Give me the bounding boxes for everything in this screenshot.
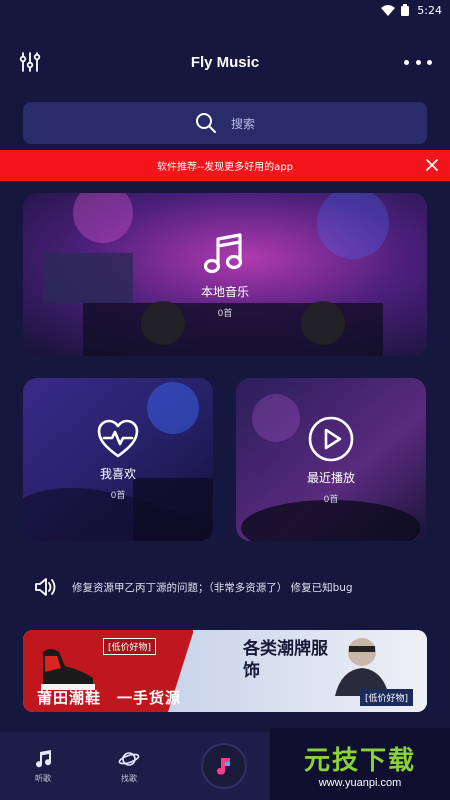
recent-play-card[interactable]: 最近播放 0首 (236, 378, 426, 541)
more-options-button[interactable] (404, 50, 432, 74)
more-dot-icon (427, 59, 432, 65)
now-playing-button[interactable] (201, 743, 247, 789)
recent-play-label: 最近播放 (306, 470, 355, 485)
equalizer-button[interactable] (18, 50, 42, 74)
advertisement-banner[interactable]: [低价好物] 莆田潮鞋 一手货源 各类潮牌服饰 [低价好物] (23, 630, 427, 712)
planet-icon (118, 751, 140, 766)
music-note-icon (36, 749, 52, 767)
favorite-card[interactable]: 我喜欢 0首 (23, 378, 213, 541)
close-icon[interactable] (424, 157, 440, 173)
app-logo-icon (217, 758, 230, 775)
status-bar: 5:24 (0, 0, 450, 20)
nav-item-listen[interactable]: 听歌 (0, 749, 86, 784)
play-circle-icon (308, 416, 354, 461)
ad-tag: [低价好物] (103, 638, 157, 655)
status-time: 5:24 (417, 3, 442, 17)
local-music-count: 0首 (217, 308, 233, 319)
music-note-icon (203, 232, 243, 273)
search-bar[interactable]: 搜索 (23, 102, 427, 144)
equalizer-icon (19, 52, 41, 72)
favorite-label: 我喜欢 (99, 466, 136, 481)
ad-headline-left: 莆田潮鞋 一手货源 (37, 689, 182, 707)
model-image (335, 638, 389, 696)
nav-item-find[interactable]: 找歌 (86, 749, 172, 784)
favorite-count: 0首 (110, 490, 126, 501)
nav-item-label: 找歌 (121, 773, 137, 783)
update-notice: 修复资源甲乙丙丁源的问题；（非常多资源了） 修复已知bug (34, 574, 434, 600)
update-notice-text: 修复资源甲乙丙丁源的问题；（非常多资源了） 修复已知bug (72, 581, 353, 594)
app-header: Fly Music (0, 40, 450, 84)
heart-pulse-icon (97, 419, 139, 457)
ad-headline-right: 各类潮牌服饰 (243, 639, 328, 681)
watermark-title: 元技下载 (303, 745, 416, 776)
search-placeholder: 搜索 (230, 116, 255, 131)
promo-banner-text: 软件推荐--发现更多好用的app (156, 162, 294, 173)
wifi-icon (381, 4, 396, 16)
battery-icon (401, 4, 410, 16)
recent-play-count: 0首 (323, 494, 339, 505)
local-music-card[interactable]: 本地音乐 0首 (23, 193, 427, 356)
ad-tag-right: [低价好物] (359, 689, 413, 706)
nav-item-label: 听歌 (35, 773, 51, 783)
watermark: 元技下载 www.yuanpi.com (270, 728, 450, 800)
local-music-label: 本地音乐 (200, 284, 249, 299)
watermark-url: www.yuanpi.com (318, 776, 402, 789)
speaker-icon (35, 578, 56, 596)
app-title: Fly Music (190, 53, 260, 71)
promo-banner[interactable]: 软件推荐--发现更多好用的app (0, 150, 450, 181)
search-icon (195, 113, 216, 133)
sneaker-image (41, 649, 95, 690)
more-dot-icon (404, 59, 409, 65)
more-dot-icon (415, 59, 421, 65)
